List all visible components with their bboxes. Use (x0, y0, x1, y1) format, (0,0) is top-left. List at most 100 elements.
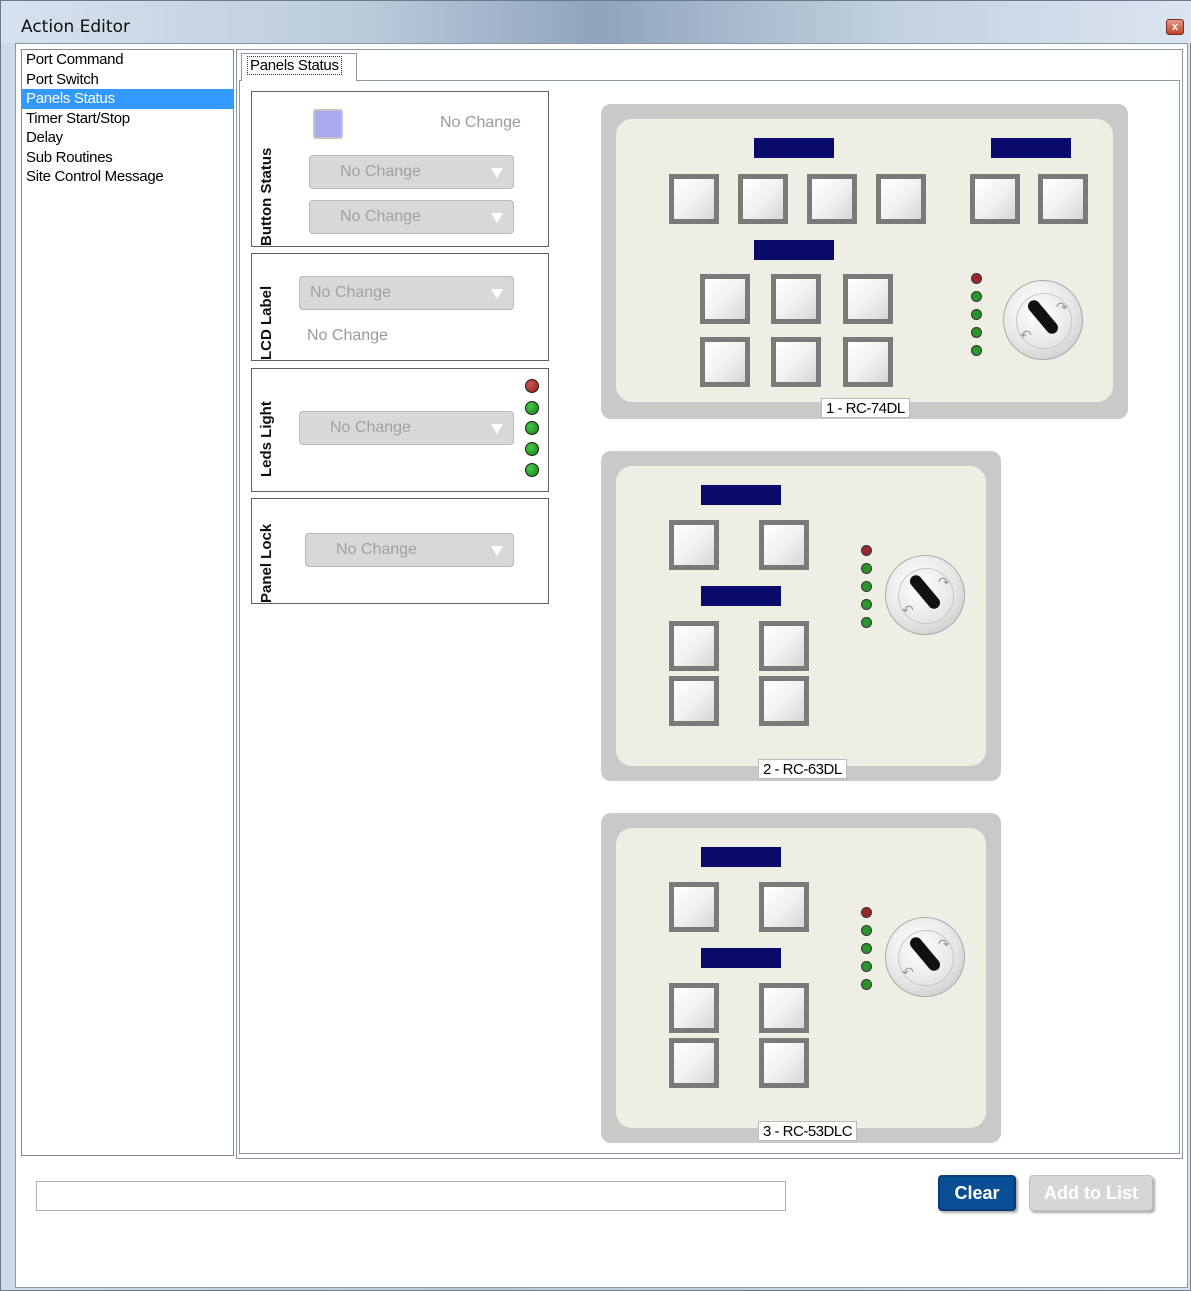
led-2-indicator[interactable] (525, 401, 539, 415)
lcd-display[interactable] (754, 240, 834, 260)
led-5-indicator[interactable] (525, 463, 539, 477)
panel-led (861, 545, 872, 556)
button-status-dropdown-2[interactable]: No Change (309, 200, 514, 234)
action-item-site-control-message[interactable]: Site Control Message (22, 167, 233, 187)
panel-button[interactable] (843, 274, 893, 324)
panel-button[interactable] (669, 676, 719, 726)
leds-light-dropdown[interactable]: No Change (299, 411, 514, 445)
lcd-label-dropdown[interactable]: No Change (299, 276, 514, 310)
panel-led (971, 273, 982, 284)
rotary-knob-icon[interactable]: ↷ ↶ (1003, 280, 1083, 360)
panel-led (971, 309, 982, 320)
rotate-arrow-icon: ↶ (1020, 327, 1032, 343)
panel-rc-63dl: ↷ ↶ 2 - RC-63DL (601, 451, 1001, 781)
panel-led (861, 907, 872, 918)
chevron-down-icon (491, 546, 503, 556)
panel-button[interactable] (700, 337, 750, 387)
action-item-delay[interactable]: Delay (22, 128, 233, 148)
rotate-arrow-icon: ↶ (902, 602, 914, 618)
action-text-field[interactable] (36, 1181, 786, 1211)
panel-button[interactable] (759, 983, 809, 1033)
panel-label: 2 - RC-63DL (758, 759, 847, 779)
clear-button[interactable]: Clear (938, 1175, 1016, 1211)
button-color-swatch[interactable] (313, 109, 343, 139)
lcd-display[interactable] (991, 138, 1071, 158)
action-editor-window: Action Editor x Port Command Port Switch… (0, 0, 1191, 1291)
group-title: Button Status (258, 147, 275, 246)
chevron-down-icon (491, 289, 503, 299)
panel-button[interactable] (771, 337, 821, 387)
swatch-status-text: No Change (440, 114, 521, 131)
action-item-timer-start-stop[interactable]: Timer Start/Stop (22, 109, 233, 129)
panel-led (861, 581, 872, 592)
group-title: Panel Lock (258, 523, 275, 603)
button-status-dropdown-1[interactable]: No Change (309, 155, 514, 189)
action-item-panels-status[interactable]: Panels Status (22, 89, 233, 109)
panel-led (861, 943, 872, 954)
panel-button[interactable] (700, 274, 750, 324)
lcd-display[interactable] (701, 586, 781, 606)
panel-button[interactable] (738, 174, 788, 224)
dropdown-value: No Change (310, 284, 391, 301)
panel-button[interactable] (759, 520, 809, 570)
panel-button[interactable] (771, 274, 821, 324)
tab-label: Panels Status (247, 56, 342, 75)
panel-button[interactable] (669, 983, 719, 1033)
panel-rc-74dl: ↷ ↶ 1 - RC-74DL (601, 104, 1128, 419)
panel-button[interactable] (759, 882, 809, 932)
panel-button[interactable] (759, 1038, 809, 1088)
rotary-knob-icon[interactable]: ↷ ↶ (885, 555, 965, 635)
panel-led (971, 327, 982, 338)
panel-led (861, 961, 872, 972)
panel-button[interactable] (970, 174, 1020, 224)
led-4-indicator[interactable] (525, 442, 539, 456)
panel-button[interactable] (807, 174, 857, 224)
action-item-port-command[interactable]: Port Command (22, 50, 233, 70)
rotate-arrow-icon: ↷ (938, 574, 950, 590)
panel-button[interactable] (759, 621, 809, 671)
lcd-display[interactable] (701, 847, 781, 867)
action-item-port-switch[interactable]: Port Switch (22, 70, 233, 90)
lcd-display[interactable] (701, 948, 781, 968)
lcd-display[interactable] (754, 138, 834, 158)
chevron-down-icon (491, 168, 503, 178)
panel-button[interactable] (1038, 174, 1088, 224)
panel-button[interactable] (759, 676, 809, 726)
panel-button[interactable] (876, 174, 926, 224)
dropdown-value: No Change (336, 541, 417, 558)
tab-panels-status[interactable]: Panels Status (241, 53, 357, 81)
panel-button[interactable] (669, 621, 719, 671)
title-bar: Action Editor x (1, 1, 1191, 43)
action-list[interactable]: Port Command Port Switch Panels Status T… (21, 49, 234, 1156)
rotary-knob-icon[interactable]: ↷ ↶ (885, 917, 965, 997)
group-title: Leds Light (258, 401, 275, 477)
window-title: Action Editor (21, 17, 130, 37)
panel-button[interactable] (843, 337, 893, 387)
lcd-label-text: No Change (307, 327, 388, 344)
panel-label: 1 - RC-74DL (821, 398, 910, 418)
panel-button[interactable] (669, 882, 719, 932)
panel-led (971, 291, 982, 302)
rotate-arrow-icon: ↷ (938, 936, 950, 952)
rotate-arrow-icon: ↶ (902, 964, 914, 980)
panel-button[interactable] (669, 1038, 719, 1088)
lcd-display[interactable] (701, 485, 781, 505)
led-1-indicator[interactable] (525, 379, 539, 393)
panel-button[interactable] (669, 174, 719, 224)
chevron-down-icon (491, 213, 503, 223)
panel-rc-53dlc: ↷ ↶ 3 - RC-53DLC (601, 813, 1001, 1143)
panel-led (971, 345, 982, 356)
dropdown-value: No Change (330, 419, 411, 436)
chevron-down-icon (491, 424, 503, 434)
add-to-list-button[interactable]: Add to List (1029, 1175, 1153, 1211)
panel-lock-dropdown[interactable]: No Change (305, 533, 514, 567)
dropdown-value: No Change (340, 208, 421, 225)
action-item-sub-routines[interactable]: Sub Routines (22, 148, 233, 168)
panel-button[interactable] (669, 520, 719, 570)
panel-label: 3 - RC-53DLC (758, 1121, 858, 1141)
panel-led (861, 617, 872, 628)
panel-led (861, 563, 872, 574)
led-3-indicator[interactable] (525, 421, 539, 435)
group-title: LCD Label (258, 285, 275, 360)
close-button[interactable]: x (1166, 19, 1184, 35)
